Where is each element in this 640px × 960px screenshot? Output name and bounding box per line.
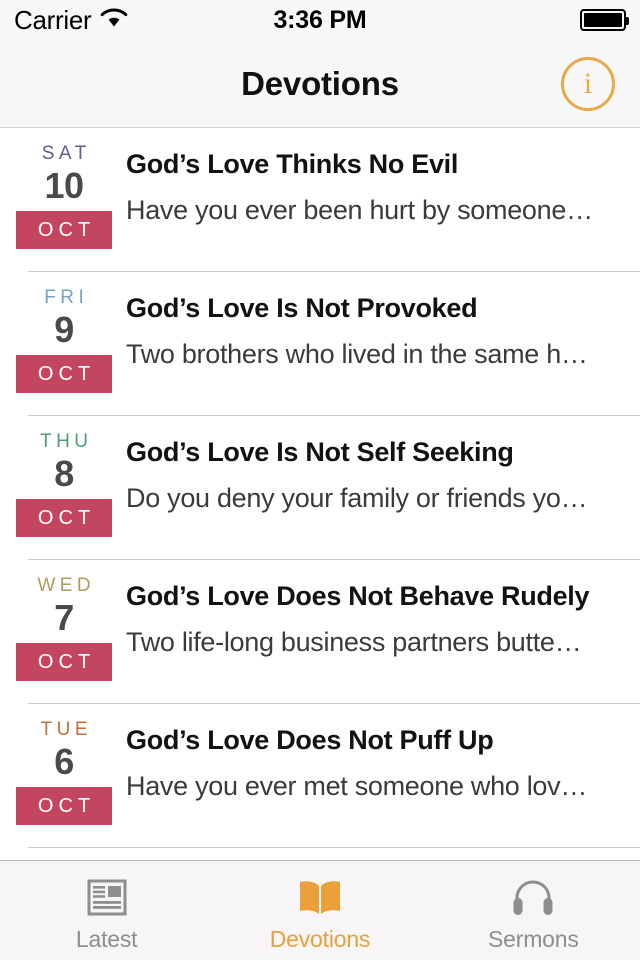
date-block: THU 8 OCT	[0, 430, 112, 538]
devotion-text: God’s Love Does Not Behave Rudely Two li…	[112, 574, 640, 660]
date-day-of-week: THU	[39, 431, 93, 452]
devotion-row[interactable]: WED 7 OCT God’s Love Does Not Behave Rud…	[0, 560, 640, 704]
status-bar-left: Carrier	[14, 5, 129, 36]
devotion-row[interactable]: TUE 6 OCT God’s Love Does Not Puff Up Ha…	[0, 704, 640, 848]
date-day-of-week: SAT	[41, 143, 91, 164]
devotion-row[interactable]: FRI 9 OCT God’s Love Is Not Provoked Two…	[0, 272, 640, 416]
devotion-title: God’s Love Is Not Provoked	[126, 293, 478, 323]
date-month-badge: OCT	[16, 211, 112, 250]
date-day-of-week: WED	[37, 575, 96, 596]
devotion-excerpt: Do you deny your family or friends yo…	[126, 482, 588, 513]
date-month-badge: OCT	[16, 355, 112, 394]
date-block: TUE 6 OCT	[0, 718, 112, 826]
date-day-number: 10	[44, 164, 84, 206]
open-book-icon	[297, 875, 343, 919]
date-day-number: 9	[54, 308, 74, 350]
info-circle-icon: i	[583, 66, 593, 100]
devotion-title: God’s Love Is Not Self Seeking	[126, 437, 514, 467]
devotion-text: God’s Love Is Not Self Seeking Do you de…	[112, 430, 640, 516]
devotion-title: God’s Love Thinks No Evil	[126, 149, 459, 179]
devotion-text: God’s Love Thinks No Evil Have you ever …	[112, 142, 640, 228]
devotion-text: God’s Love Is Not Provoked Two brothers …	[112, 286, 640, 372]
date-day-number: 7	[54, 596, 74, 638]
app-root: Carrier 3:36 PM Devotions i SAT 10 OCT G…	[0, 0, 640, 960]
tab-label-latest: Latest	[75, 925, 138, 952]
wifi-icon	[99, 7, 129, 34]
newspaper-icon	[86, 875, 128, 919]
tab-latest[interactable]: Latest	[0, 861, 213, 960]
date-block: SAT 10 OCT	[0, 142, 112, 250]
status-bar: Carrier 3:36 PM	[0, 0, 640, 40]
tab-bar: Latest Devotions Sermons	[0, 860, 640, 960]
date-month-badge: OCT	[16, 643, 112, 682]
date-day-of-week: TUE	[40, 719, 92, 740]
tab-label-devotions: Devotions	[269, 925, 371, 952]
date-day-number: 8	[54, 452, 74, 494]
date-block: WED 7 OCT	[0, 574, 112, 682]
devotion-title: God’s Love Does Not Behave Rudely	[126, 581, 590, 611]
devotion-excerpt: Have you ever met someone who lov…	[126, 770, 588, 801]
headphones-icon	[511, 875, 555, 919]
devotion-title: God’s Love Does Not Puff Up	[126, 725, 494, 755]
date-block: FRI 9 OCT	[0, 286, 112, 394]
date-month-badge: OCT	[16, 499, 112, 538]
devotion-excerpt: Two life-long business partners butte…	[126, 626, 582, 657]
tab-sermons[interactable]: Sermons	[427, 861, 640, 960]
carrier-label: Carrier	[14, 4, 92, 35]
battery-full-icon	[580, 9, 629, 31]
status-bar-right	[580, 9, 629, 31]
info-button[interactable]: i	[561, 56, 615, 111]
date-month-badge: OCT	[16, 787, 112, 826]
tab-devotions[interactable]: Devotions	[213, 861, 426, 960]
date-day-of-week: FRI	[44, 287, 89, 308]
devotion-excerpt: Two brothers who lived in the same h…	[126, 338, 588, 369]
devotion-text: God’s Love Does Not Puff Up Have you eve…	[112, 718, 640, 804]
devotion-row[interactable]: THU 8 OCT God’s Love Is Not Self Seeking…	[0, 416, 640, 560]
navigation-bar: Devotions i	[0, 40, 640, 128]
page-title: Devotions	[241, 64, 399, 102]
date-day-number: 6	[54, 740, 74, 782]
tab-label-sermons: Sermons	[488, 925, 579, 952]
devotions-list[interactable]: SAT 10 OCT God’s Love Thinks No Evil Hav…	[0, 128, 640, 860]
devotion-row[interactable]: SAT 10 OCT God’s Love Thinks No Evil Hav…	[0, 128, 640, 272]
devotion-excerpt: Have you ever been hurt by someone…	[126, 194, 593, 225]
